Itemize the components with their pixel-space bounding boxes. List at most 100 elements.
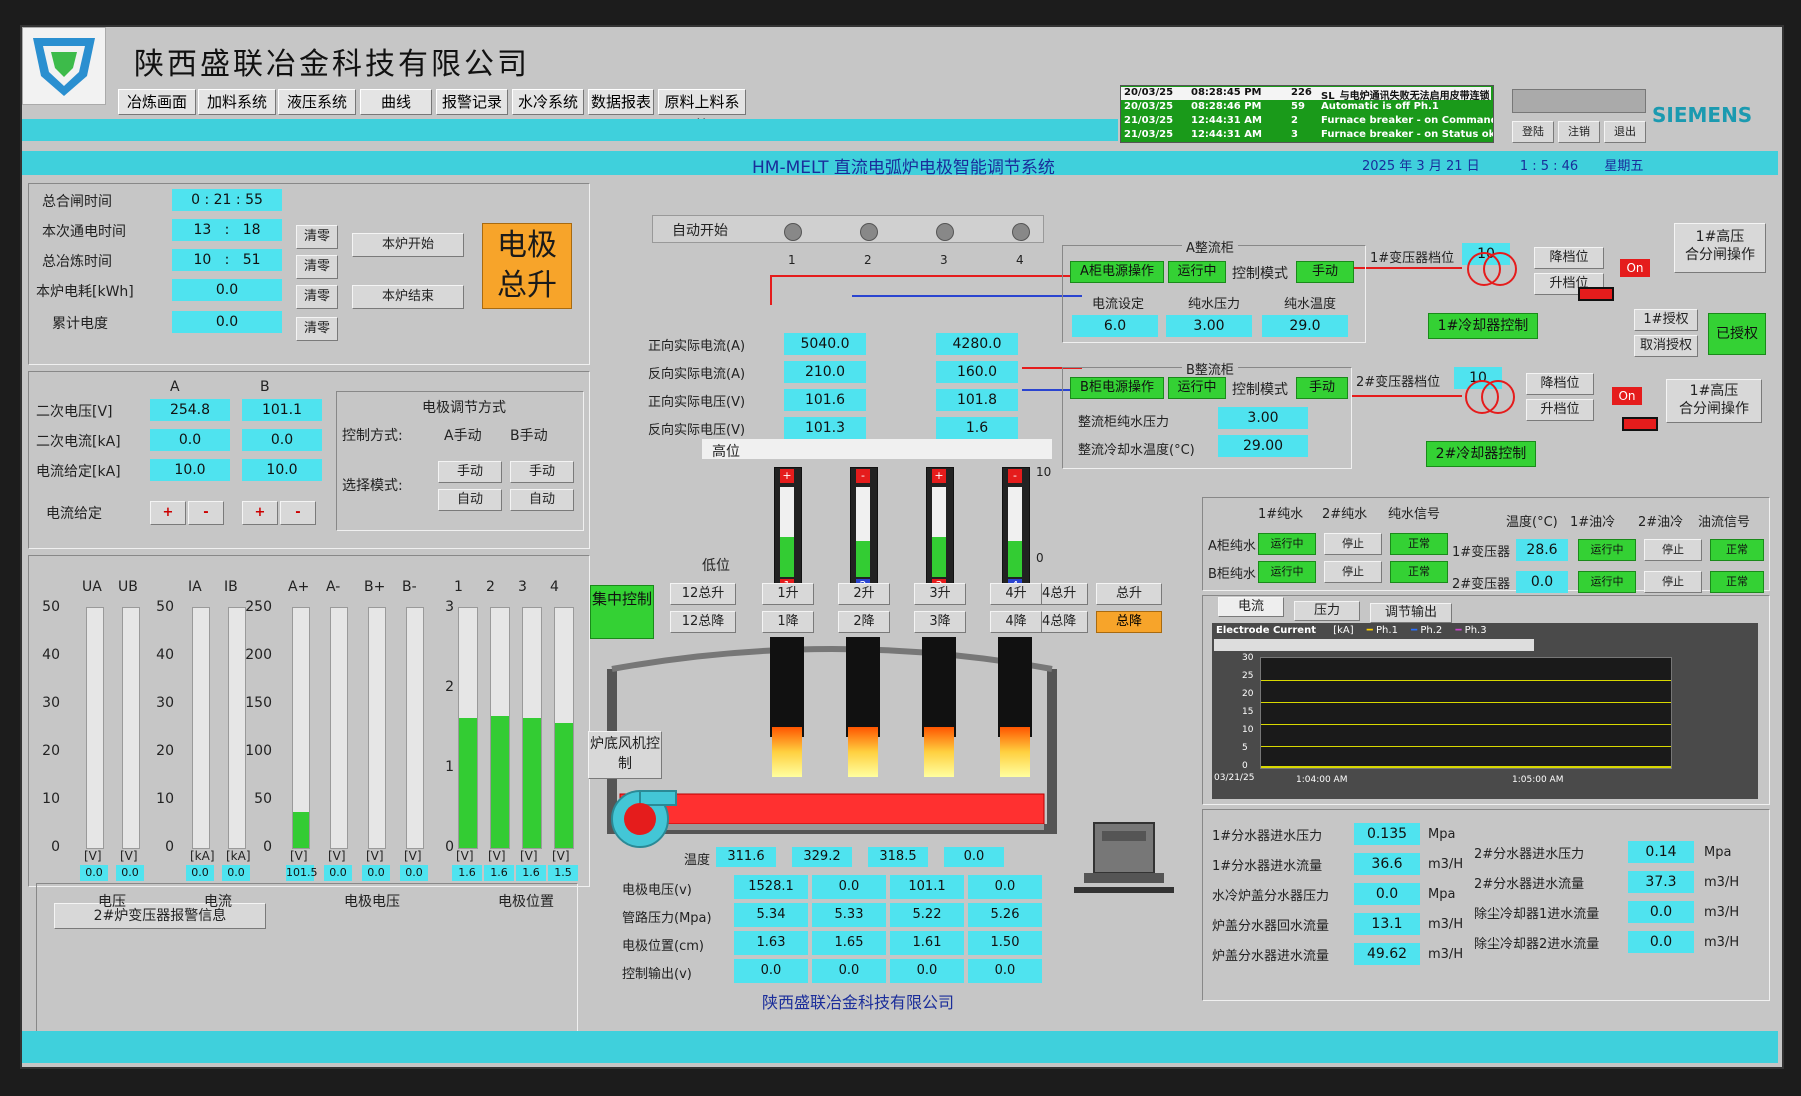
electrode-down-button[interactable]: 3降 [914, 611, 966, 633]
trend-tab-output[interactable]: 调节输出 [1370, 603, 1452, 623]
exit-button[interactable]: 退出 [1604, 121, 1646, 143]
bottom-table-cell: 0.0 [890, 959, 964, 983]
a-manual-button[interactable]: 手动 [438, 461, 502, 483]
t2-tap-down-button[interactable]: 降档位 [1526, 373, 1594, 395]
bar-unit-label: [V] [328, 849, 346, 863]
alarm-row[interactable]: 20/03/25 08:28:46 PM 59 Automatic is off Ph… [1121, 101, 1491, 114]
bar-group-caption: 电极电压 [344, 894, 400, 910]
trend-toolbar[interactable] [1214, 639, 1534, 651]
tab-smelting[interactable]: 冶炼画面 [118, 89, 196, 115]
cooler-1-control-button[interactable]: 1#冷却器控制 [1428, 313, 1538, 339]
clear-button[interactable]: 清零 [296, 255, 338, 279]
hv2-switch-button[interactable]: 1#高压 合分闸操作 [1666, 379, 1762, 423]
tab-data-report[interactable]: 数据报表 [588, 89, 654, 115]
current-setpoint-b[interactable]: 10.0 [242, 459, 322, 481]
clear-button[interactable]: 清零 [296, 317, 338, 341]
alarm-row[interactable]: 20/03/25 08:28:45 PM 226 SL_与电炉通讯失败无法启用皮带连锁 [1121, 87, 1491, 102]
tab-material-feeding[interactable]: 原料上料系统 [658, 89, 746, 135]
clear-button[interactable]: 清零 [296, 225, 338, 249]
axis-tick-label: 100 [245, 743, 272, 759]
b-manual-mode-button[interactable]: 手动 [1296, 377, 1348, 399]
group-12-down-button[interactable]: 12总降 [670, 611, 736, 633]
setpoint-a-minus-button[interactable]: - [188, 501, 224, 525]
b-cabinet-power-button[interactable]: B柜电源操作 [1070, 377, 1164, 399]
hv1-switch-button[interactable]: 1#高压 合分闸操作 [1674, 223, 1766, 273]
total-down-button[interactable]: 总降 [1096, 611, 1162, 633]
electrode-down-button[interactable]: 4降 [990, 611, 1042, 633]
bar-value: 0.0 [362, 865, 390, 881]
electrode-up-button[interactable]: 4升 [990, 583, 1042, 605]
secondary-voltage-b: 101.1 [242, 399, 322, 421]
tab-hydraulic[interactable]: 液压系统 [278, 89, 356, 115]
electrode-up-button[interactable]: 3升 [914, 583, 966, 605]
electrode-up-button[interactable]: 1升 [762, 583, 814, 605]
group-12-up-button[interactable]: 12总升 [670, 583, 736, 605]
electrode-rod [998, 637, 1032, 737]
electrode-down-button[interactable]: 1降 [762, 611, 814, 633]
logout-button[interactable]: 注销 [1558, 121, 1600, 143]
measurement-col1-value: 101.6 [784, 389, 866, 411]
clear-button[interactable]: 清零 [296, 285, 338, 309]
t2-tap-up-button[interactable]: 升档位 [1526, 399, 1594, 421]
axis-tick-label: 250 [245, 599, 272, 615]
setpoint-b-minus-button[interactable]: - [280, 501, 316, 525]
a-manual-mode-button[interactable]: 手动 [1296, 261, 1354, 283]
current-setpoint-a[interactable]: 10.0 [150, 459, 230, 481]
tab-feeding[interactable]: 加料系统 [198, 89, 276, 115]
trend-y-tick: 10 [1242, 725, 1254, 735]
transformer-temp-value: 0.0 [1516, 571, 1568, 593]
tab-alarm-log[interactable]: 报警记录 [436, 89, 508, 115]
electrode-level-fill [1008, 541, 1022, 577]
b-mode-label: 控制模式 [1232, 382, 1288, 398]
oil1-status: 运行中 [1578, 571, 1636, 593]
bar-value: 0.0 [324, 865, 352, 881]
ladle-car-icon [1074, 822, 1174, 893]
bar-column-label: 4 [550, 579, 559, 595]
trend-chart[interactable]: Electrode Current [kA] ━ Ph.1 ━ Ph.2 ━ P… [1212, 623, 1758, 799]
measurement-label: 反向实际电流(A) [648, 367, 746, 382]
bar-track [86, 607, 104, 849]
secondary-voltage-label: 二次电压[V] [36, 404, 113, 420]
alarm-row[interactable]: 21/03/25 12:44:31 AM 2 Furnace breaker - on… [1121, 115, 1493, 128]
trend-tab-current[interactable]: 电流 [1218, 597, 1284, 617]
bottom-fan-control-button[interactable]: 炉底风机控制 [588, 731, 662, 779]
furnace-start-button[interactable]: 本炉开始 [352, 233, 464, 257]
b-running-status: 运行中 [1168, 377, 1226, 399]
a-current-set-value[interactable]: 6.0 [1072, 315, 1158, 337]
electrode-arc [1000, 727, 1030, 777]
alarm-list[interactable]: 20/03/25 08:28:45 PM 226 SL_与电炉通讯失败无法启用皮带连锁… [1120, 85, 1494, 143]
total-up-button[interactable]: 总升 [1096, 583, 1162, 605]
bar-column-label: 3 [518, 579, 527, 595]
bar-unit-label: [V] [84, 849, 102, 863]
a-auto-button[interactable]: 自动 [438, 489, 502, 511]
oil2-header: 2#油冷 [1638, 515, 1684, 530]
login-button[interactable]: 登陆 [1512, 121, 1554, 143]
trend-chart-title: Electrode Current [kA] ━ Ph.1 ━ Ph.2 ━ P… [1216, 625, 1487, 636]
revoke-auth-button[interactable]: 取消授权 [1634, 335, 1698, 357]
fan-icon[interactable] [610, 785, 680, 851]
tab-curve[interactable]: 曲线 [360, 89, 432, 115]
furnace-end-button[interactable]: 本炉结束 [352, 285, 464, 309]
electrode-up-button[interactable]: 2升 [838, 583, 890, 605]
shield-logo-icon [33, 38, 95, 96]
b-auto-button[interactable]: 自动 [510, 489, 574, 511]
distributor-unit: m3/H [1704, 875, 1740, 890]
setpoint-b-plus-button[interactable]: + [242, 501, 278, 525]
setpoint-a-plus-button[interactable]: + [150, 501, 186, 525]
trend-tab-pressure[interactable]: 压力 [1294, 601, 1360, 621]
alarm-row[interactable]: 21/03/25 12:44:31 AM 3 Furnace breaker - on… [1121, 129, 1493, 142]
t1-tap-down-button[interactable]: 降档位 [1534, 247, 1604, 269]
electrode-down-button[interactable]: 2降 [838, 611, 890, 633]
central-control-button[interactable]: 集中控制 [590, 585, 654, 639]
cumulative-energy-label: 累计电度 [52, 316, 108, 332]
b-manual-button[interactable]: 手动 [510, 461, 574, 483]
login-field[interactable] [1512, 89, 1646, 113]
electrode-raise-all-button[interactable]: 电极总升 [482, 223, 572, 309]
auth-1-button[interactable]: 1#授权 [1634, 309, 1698, 331]
transformer-alarm-info-button[interactable]: 2#炉变压器报警信息 [54, 903, 266, 929]
red-power-line [770, 275, 1080, 277]
cooler-2-control-button[interactable]: 2#冷却器控制 [1426, 441, 1536, 467]
axis-tick-label: 0 [165, 839, 174, 855]
a-cabinet-power-button[interactable]: A柜电源操作 [1070, 261, 1164, 283]
tab-water-cooling[interactable]: 水冷系统 [512, 89, 584, 115]
